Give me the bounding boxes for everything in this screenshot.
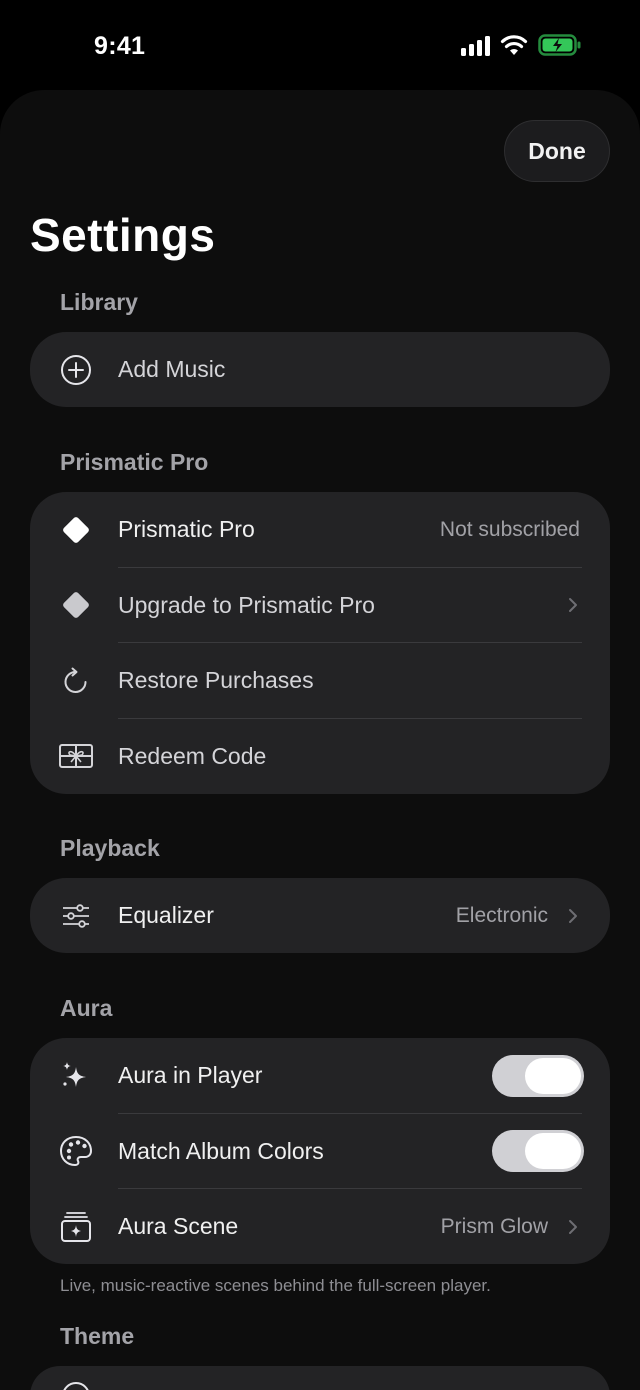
settings-screen: 9:41 Done Settings Library Add Music Pri… <box>0 0 640 1390</box>
refresh-icon <box>58 663 94 699</box>
redeem-code-row[interactable]: Redeem Code <box>30 719 610 795</box>
aura-in-player-row: Aura in Player <box>30 1038 610 1114</box>
chevron-right-icon <box>569 1219 577 1234</box>
sparkles-icon <box>58 1058 94 1094</box>
aura-in-player-label: Aura in Player <box>118 1062 263 1089</box>
gift-card-icon <box>58 738 94 774</box>
equalizer-label: Equalizer <box>118 902 214 928</box>
chevron-right-icon <box>569 908 577 923</box>
toggle-knob <box>525 1057 581 1094</box>
redeem-code-label: Redeem Code <box>118 742 267 769</box>
sliders-icon <box>58 898 94 934</box>
playback-group: Equalizer Electronic <box>30 878 610 953</box>
toggle-knob <box>525 1133 581 1170</box>
subscription-status-value: Not subscribed <box>439 517 580 541</box>
page-title: Settings <box>30 209 216 261</box>
section-header-theme: Theme <box>60 1323 135 1349</box>
section-header-pro: Prismatic Pro <box>60 449 209 475</box>
battery-charging-icon <box>538 34 582 56</box>
restore-purchases-row[interactable]: Restore Purchases <box>30 643 610 719</box>
prismatic-pro-label: Prismatic Pro <box>118 516 255 543</box>
settings-sheet: Done Settings Library Add Music Prismati… <box>0 90 640 1390</box>
section-header-playback: Playback <box>60 835 160 861</box>
add-music-row[interactable]: Add Music <box>30 332 610 407</box>
status-time: 9:41 <box>94 32 146 60</box>
aura-scene-value: Prism Glow <box>440 1214 548 1238</box>
equalizer-row[interactable]: Equalizer Electronic <box>30 878 610 953</box>
prismatic-pro-row[interactable]: Prismatic Pro Not subscribed <box>30 492 610 568</box>
restore-purchases-label: Restore Purchases <box>118 667 314 694</box>
plus-circle-icon <box>58 352 94 388</box>
aura-group: Aura in Player Match Album Colors Aura S… <box>30 1038 610 1264</box>
aura-scene-row[interactable]: Aura Scene Prism Glow <box>30 1189 610 1264</box>
section-header-library: Library <box>60 289 138 315</box>
match-album-colors-label: Match Album Colors <box>118 1137 324 1164</box>
theme-group <box>30 1366 610 1390</box>
pro-group: Prismatic Pro Not subscribed Upgrade to … <box>30 492 610 794</box>
aura-scene-label: Aura Scene <box>118 1213 239 1240</box>
equalizer-value: Electronic <box>455 903 548 927</box>
match-album-colors-row: Match Album Colors <box>30 1114 610 1189</box>
chevron-right-icon <box>569 598 577 613</box>
done-button[interactable]: Done <box>504 120 610 182</box>
status-icons <box>461 34 582 56</box>
scene-stack-icon <box>58 1209 94 1245</box>
cellular-signal-icon <box>461 34 490 56</box>
upgrade-label: Upgrade to Prismatic Pro <box>118 591 375 618</box>
library-group: Add Music <box>30 332 610 407</box>
match-album-colors-toggle[interactable] <box>492 1130 584 1173</box>
upgrade-row[interactable]: Upgrade to Prismatic Pro <box>30 568 610 643</box>
section-header-aura: Aura <box>60 995 113 1021</box>
add-music-label: Add Music <box>118 356 226 382</box>
aura-in-player-toggle[interactable] <box>492 1054 584 1097</box>
wifi-icon <box>500 34 528 56</box>
status-bar: 9:41 <box>0 0 640 90</box>
theme-icon <box>58 1378 94 1390</box>
diamond-icon <box>58 587 94 623</box>
aura-footnote: Live, music-reactive scenes behind the f… <box>60 1276 491 1295</box>
palette-icon <box>58 1133 94 1169</box>
diamond-icon <box>58 512 94 548</box>
